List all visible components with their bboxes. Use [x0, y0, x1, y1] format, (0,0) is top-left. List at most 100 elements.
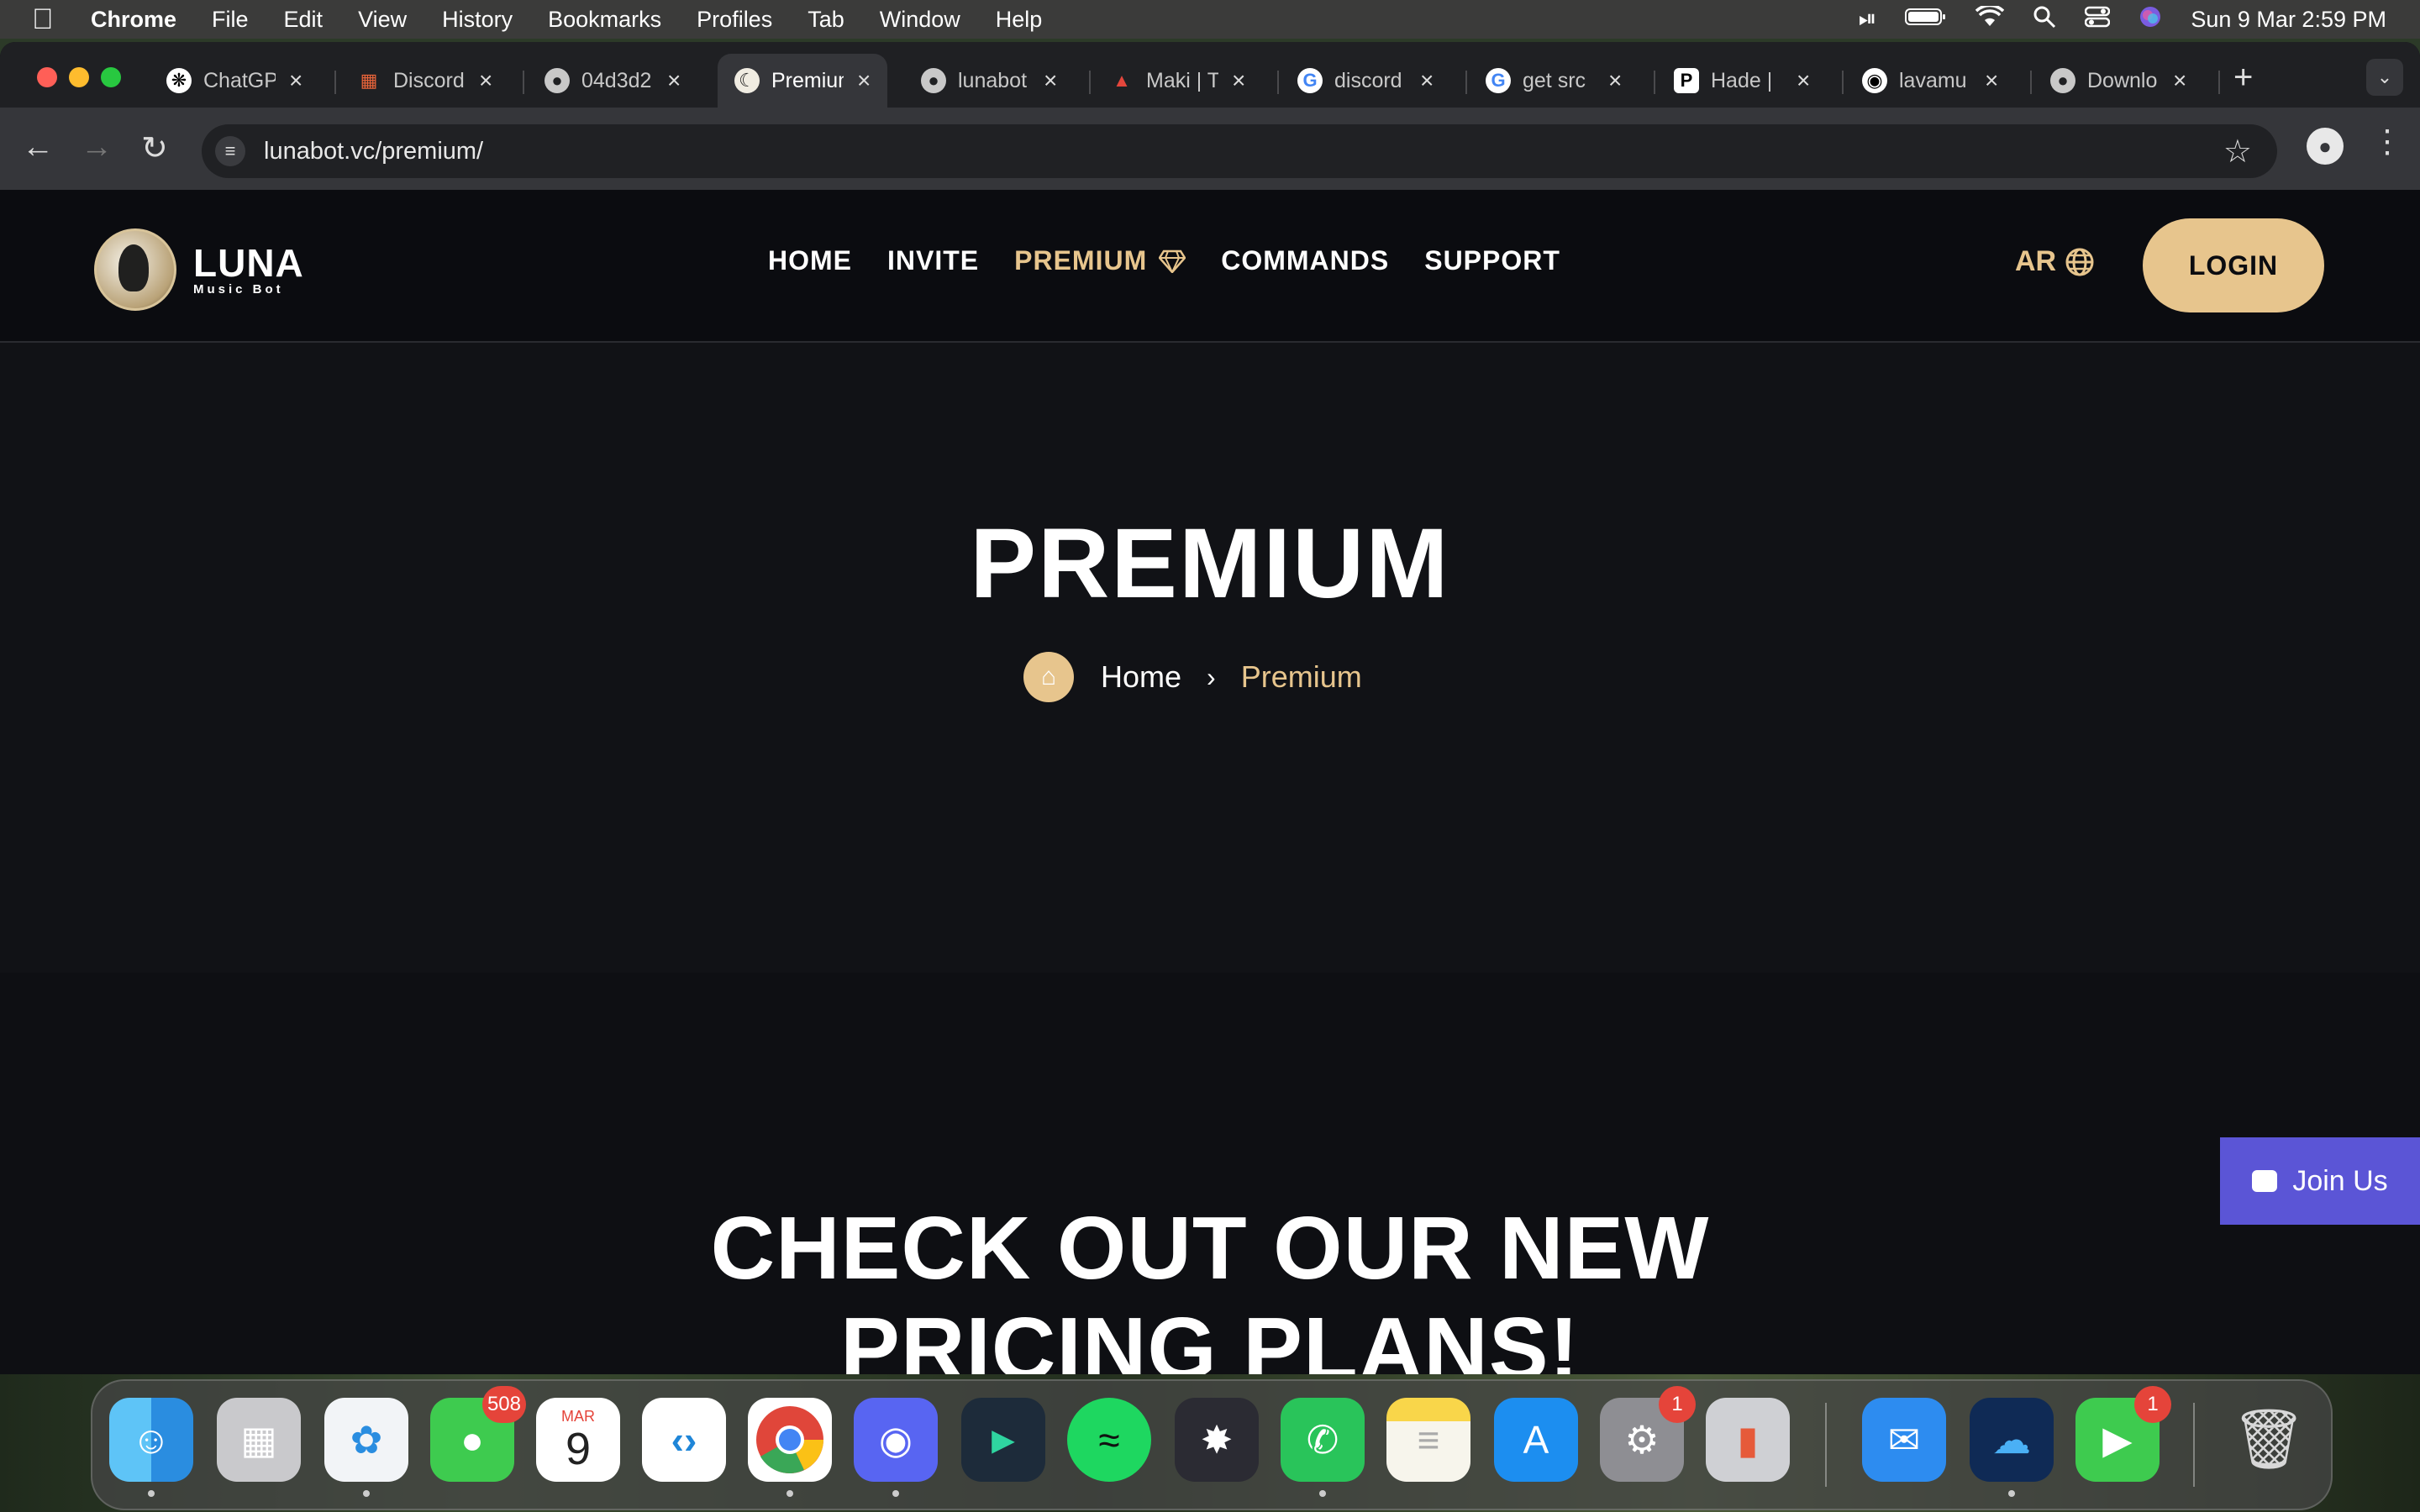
- facetime-badge: 1: [2134, 1386, 2171, 1423]
- tab-close-icon[interactable]: ×: [1608, 67, 1622, 94]
- safari-icon[interactable]: ✿: [324, 1398, 408, 1482]
- notes-icon[interactable]: ≡: [1386, 1398, 1470, 1482]
- tab-maki[interactable]: ▲ Maki | T ×: [1109, 54, 1245, 108]
- tab-hade[interactable]: P Hade | ×: [1674, 54, 1810, 108]
- app-menu-chrome[interactable]: Chrome: [91, 7, 176, 33]
- back-arrow-icon[interactable]: ←: [22, 129, 54, 165]
- finder-icon[interactable]: ☺: [109, 1398, 193, 1482]
- tab-close-icon[interactable]: ×: [1797, 67, 1810, 94]
- tab-separator: [1277, 71, 1279, 94]
- battery-icon[interactable]: [1905, 7, 1947, 33]
- tab-04d3d2[interactable]: ● 04d3d2 ×: [544, 54, 681, 108]
- siri-icon[interactable]: [2139, 5, 2162, 34]
- tab-chatgpt[interactable]: ❋ ChatGPT ×: [166, 54, 302, 108]
- menu-edit[interactable]: Edit: [284, 7, 324, 33]
- menu-file[interactable]: File: [212, 7, 249, 33]
- calendar-icon[interactable]: MAR 9: [536, 1398, 620, 1482]
- close-window-button[interactable]: [37, 67, 57, 87]
- maximize-window-button[interactable]: [101, 67, 121, 87]
- nav-home[interactable]: HOME: [768, 245, 852, 276]
- chrome-icon[interactable]: [748, 1398, 832, 1482]
- trash-icon[interactable]: 🗑: [2227, 1398, 2311, 1482]
- page-title: PREMIUM: [970, 508, 1450, 619]
- tab-close-icon[interactable]: ×: [1420, 67, 1434, 94]
- luna-logo-icon: [94, 228, 176, 311]
- control-center-icon[interactable]: [2085, 6, 2111, 34]
- mail-icon[interactable]: ✉: [1862, 1398, 1946, 1482]
- tab-download[interactable]: ● Downlo ×: [2050, 54, 2186, 108]
- nav-commands[interactable]: COMMANDS: [1221, 245, 1389, 276]
- running-indicator: [2008, 1490, 2015, 1497]
- terminal-cloud-icon[interactable]: ☁: [1970, 1398, 2054, 1482]
- launchpad-icon[interactable]: ▦: [217, 1398, 301, 1482]
- tab-google-discord[interactable]: G discord ×: [1297, 54, 1434, 108]
- minimize-window-button[interactable]: [69, 67, 89, 87]
- tab-close-icon[interactable]: ×: [2173, 67, 2186, 94]
- spotlight-search-icon[interactable]: [2033, 5, 2056, 34]
- join-us-button[interactable]: Join Us: [2220, 1137, 2420, 1225]
- chevron-right-icon: ›: [1207, 661, 1216, 692]
- dock-divider: [1825, 1403, 1827, 1487]
- tab-strip: ❋ ChatGPT × ▦ Discord × ● 04d3d2 × ☾ Pre…: [0, 42, 2420, 108]
- davinci-resolve-icon[interactable]: ✸: [1175, 1398, 1259, 1482]
- filmora-icon[interactable]: ►: [961, 1398, 1045, 1482]
- tab-google-get-src[interactable]: G get src ×: [1486, 54, 1622, 108]
- spotify-icon[interactable]: ≈: [1067, 1398, 1151, 1482]
- messages-icon[interactable]: ● 508: [430, 1386, 526, 1482]
- nav-premium[interactable]: PREMIUM: [1014, 245, 1186, 276]
- tab-premium-active[interactable]: ☾ Premium ×: [718, 54, 888, 108]
- tab-lunabot[interactable]: ● lunabot ×: [921, 54, 1057, 108]
- tab-close-icon[interactable]: ×: [479, 67, 492, 94]
- menu-tab[interactable]: Tab: [808, 7, 844, 33]
- tab-discord[interactable]: ▦ Discord ×: [356, 54, 493, 108]
- iphone-mirroring-icon[interactable]: ▮: [1706, 1398, 1790, 1482]
- menu-window[interactable]: Window: [880, 7, 960, 33]
- menu-history[interactable]: History: [442, 7, 513, 33]
- bookmark-star-icon[interactable]: ☆: [2223, 133, 2252, 171]
- new-tab-button[interactable]: +: [2233, 59, 2253, 97]
- tab-title: Hade |: [1711, 68, 1773, 92]
- home-icon[interactable]: ⌂: [1023, 652, 1074, 702]
- discord-icon: [2252, 1170, 2278, 1192]
- facetime-icon[interactable]: ▶ 1: [2075, 1386, 2171, 1482]
- nav-premium-label: PREMIUM: [1014, 245, 1148, 276]
- system-settings-icon[interactable]: ⚙ 1: [1600, 1386, 1696, 1482]
- tab-close-icon[interactable]: ×: [289, 67, 302, 94]
- login-button[interactable]: LOGIN: [2143, 218, 2324, 312]
- openai-icon: ❋: [166, 68, 192, 93]
- play-status-icon[interactable]: ⏯: [1859, 6, 1877, 33]
- discord-app-icon[interactable]: ◉: [854, 1398, 938, 1482]
- forward-arrow-icon[interactable]: →: [81, 129, 113, 165]
- tab-lavamu[interactable]: ◉ lavamu ×: [1862, 54, 1998, 108]
- macos-menu-bar:  Chrome File Edit View History Bookmark…: [0, 0, 2420, 39]
- tab-close-icon[interactable]: ×: [1985, 67, 1998, 94]
- chrome-menu-icon[interactable]: ⋮: [2371, 123, 2403, 160]
- whatsapp-icon[interactable]: ✆: [1281, 1398, 1365, 1482]
- nav-support[interactable]: SUPPORT: [1424, 245, 1560, 276]
- tab-close-icon[interactable]: ×: [857, 67, 871, 94]
- reload-icon[interactable]: ↻: [141, 129, 168, 167]
- site-logo[interactable]: LUNA Music Bot: [94, 228, 304, 311]
- vscode-icon[interactable]: ‹›: [642, 1398, 726, 1482]
- menubar-clock[interactable]: Sun 9 Mar 2:59 PM: [2191, 7, 2386, 33]
- apple-menu-icon[interactable]: : [32, 3, 59, 36]
- site-info-icon[interactable]: ≡: [215, 136, 245, 166]
- tab-close-icon[interactable]: ×: [1044, 67, 1057, 94]
- profile-avatar-icon[interactable]: ●: [2307, 128, 2344, 165]
- tab-close-icon[interactable]: ×: [667, 67, 681, 94]
- tab-close-icon[interactable]: ×: [1232, 67, 1245, 94]
- language-switcher[interactable]: AR: [2015, 245, 2095, 278]
- tab-search-chevron-icon[interactable]: ⌄: [2366, 59, 2403, 96]
- menu-view[interactable]: View: [358, 7, 407, 33]
- address-bar[interactable]: ≡ lunabot.vc/premium/ ☆: [202, 124, 2277, 178]
- menu-help[interactable]: Help: [996, 7, 1043, 33]
- google-icon: G: [1297, 68, 1323, 93]
- menu-profiles[interactable]: Profiles: [697, 7, 772, 33]
- wifi-icon[interactable]: [1975, 3, 2005, 34]
- app-store-icon[interactable]: A: [1494, 1398, 1578, 1482]
- menu-bookmarks[interactable]: Bookmarks: [548, 7, 661, 33]
- nav-invite[interactable]: INVITE: [887, 245, 979, 276]
- breadcrumb-home-link[interactable]: Home: [1101, 659, 1181, 695]
- tab-title: lavamu: [1899, 68, 1967, 92]
- url-text[interactable]: lunabot.vc/premium/: [264, 138, 483, 165]
